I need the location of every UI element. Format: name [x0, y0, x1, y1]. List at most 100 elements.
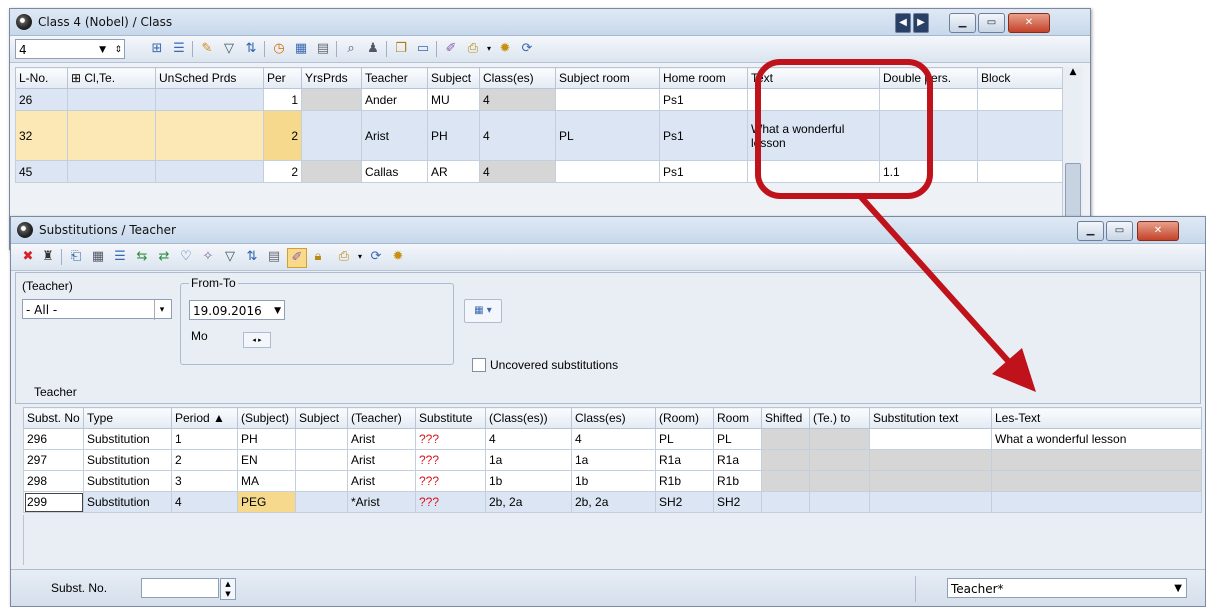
- cell[interactable]: [809, 428, 870, 450]
- cell[interactable]: [761, 449, 810, 471]
- dropdown-arrow-icon[interactable]: ▼: [99, 40, 106, 60]
- col-header[interactable]: Subject: [427, 67, 480, 89]
- cell[interactable]: Arist: [347, 428, 416, 450]
- cell[interactable]: [977, 160, 1066, 183]
- col-header[interactable]: Type: [83, 407, 172, 429]
- sort-icon[interactable]: ⇅: [242, 40, 260, 58]
- col-header[interactable]: Block: [977, 67, 1066, 89]
- nav-prev-icon[interactable]: ◀: [895, 13, 911, 33]
- cell[interactable]: 26: [15, 88, 68, 111]
- cell[interactable]: [747, 160, 880, 183]
- cell[interactable]: 4: [171, 491, 238, 513]
- cell[interactable]: 4: [479, 160, 556, 183]
- col-header[interactable]: Shifted: [761, 407, 810, 429]
- calculator-icon[interactable]: ▦: [89, 248, 107, 266]
- col-header[interactable]: (Room): [655, 407, 714, 429]
- subst-window-titlebar[interactable]: Substitutions / Teacher ▁ ▭ ✕: [11, 217, 1205, 244]
- close-button[interactable]: ✕: [1137, 221, 1179, 241]
- refresh-icon[interactable]: ⟳: [518, 40, 536, 58]
- table-row[interactable]: 45 2 Callas AR 4 Ps1 1.1: [15, 160, 1066, 183]
- cell[interactable]: 296: [23, 428, 84, 450]
- col-header[interactable]: Room: [713, 407, 762, 429]
- table-row[interactable]: 299 Substitution 4 PEG *Arist ??? 2b, 2a…: [23, 491, 1202, 513]
- cell[interactable]: Substitution: [83, 449, 172, 471]
- cell[interactable]: 32: [15, 110, 68, 161]
- cell[interactable]: [301, 88, 362, 111]
- cell[interactable]: 2: [263, 110, 302, 161]
- cell[interactable]: 298: [23, 470, 84, 492]
- cell[interactable]: [67, 160, 156, 183]
- cell[interactable]: [977, 110, 1066, 161]
- cell[interactable]: ???: [415, 470, 486, 492]
- cell[interactable]: [155, 88, 264, 111]
- lock-icon[interactable]: 🔒︎: [309, 248, 327, 266]
- cell[interactable]: 4: [479, 110, 556, 161]
- cell[interactable]: 297: [23, 449, 84, 471]
- cell[interactable]: R1a: [713, 449, 762, 471]
- cell[interactable]: 2b, 2a: [571, 491, 656, 513]
- cell[interactable]: Substitution: [83, 491, 172, 513]
- col-header[interactable]: Home room: [659, 67, 748, 89]
- cell[interactable]: [301, 110, 362, 161]
- cell[interactable]: 4: [485, 428, 572, 450]
- cell[interactable]: ???: [415, 428, 486, 450]
- col-header[interactable]: Text: [747, 67, 880, 89]
- cell[interactable]: PL: [555, 110, 660, 161]
- copy-icon[interactable]: ❐: [392, 40, 410, 58]
- col-header[interactable]: Period ▲: [171, 407, 238, 429]
- cell[interactable]: 4: [571, 428, 656, 450]
- filter-icon[interactable]: ▽: [220, 40, 238, 58]
- grid-icon[interactable]: ▤: [265, 248, 283, 266]
- les-text-cell[interactable]: [991, 491, 1202, 513]
- col-header[interactable]: Class(es): [571, 407, 656, 429]
- col-header[interactable]: (Teacher): [347, 407, 416, 429]
- cell[interactable]: [295, 449, 348, 471]
- cell[interactable]: [155, 160, 264, 183]
- cell[interactable]: *Arist: [347, 491, 416, 513]
- day-stepper[interactable]: ◂ ▸: [243, 332, 271, 348]
- nav-next-icon[interactable]: ▶: [913, 13, 929, 33]
- cell[interactable]: 4: [479, 88, 556, 111]
- move-icon[interactable]: ⇆: [133, 248, 151, 266]
- cell[interactable]: [809, 470, 870, 492]
- chevron-down-icon[interactable]: ▼: [274, 301, 281, 321]
- cell[interactable]: PL: [713, 428, 762, 450]
- cell[interactable]: Ps1: [659, 88, 748, 111]
- lesson-text-cell[interactable]: What a wonderful lesson: [747, 110, 880, 161]
- wand-icon[interactable]: ✧: [199, 248, 217, 266]
- col-header[interactable]: Subst. No: [23, 407, 84, 429]
- date-picker[interactable]: 19.09.2016 ▼: [189, 300, 285, 320]
- table-row[interactable]: 32 2 Arist PH 4 PL Ps1 What a wonderful …: [15, 110, 1066, 161]
- cell[interactable]: Ps1: [659, 160, 748, 183]
- cell[interactable]: [869, 428, 992, 450]
- col-header[interactable]: Substitute: [415, 407, 486, 429]
- col-header[interactable]: (Te.) to: [809, 407, 870, 429]
- cell[interactable]: [879, 110, 978, 161]
- cell[interactable]: [977, 88, 1066, 111]
- cell[interactable]: [809, 491, 870, 513]
- class-window-titlebar[interactable]: Class 4 (Nobel) / Class ◀ ▶ ▁ ▭ ✕: [10, 9, 1090, 36]
- cell[interactable]: MA: [237, 470, 296, 492]
- table-row[interactable]: 296 Substitution 1 PH Arist ??? 4 4 PL P…: [23, 428, 1202, 450]
- col-header[interactable]: Teacher: [361, 67, 428, 89]
- scroll-up-icon[interactable]: ▲: [1063, 67, 1083, 83]
- cell[interactable]: [879, 88, 978, 111]
- col-header[interactable]: ⊞ Cl,Te.: [67, 67, 156, 89]
- col-header[interactable]: Subject: [295, 407, 348, 429]
- import-icon[interactable]: ⎗: [67, 248, 85, 266]
- les-text-cell[interactable]: [991, 449, 1202, 471]
- class-selector[interactable]: 4 ▼ ⇕: [15, 39, 125, 59]
- cell[interactable]: [809, 449, 870, 471]
- chevron-down-icon[interactable]: ▼: [1174, 579, 1182, 599]
- swap-icon[interactable]: ⇄: [155, 248, 173, 266]
- cell[interactable]: 1.1: [879, 160, 978, 183]
- spin-icon[interactable]: ⇕: [114, 40, 122, 60]
- cell[interactable]: 2: [171, 449, 238, 471]
- cell[interactable]: Callas: [361, 160, 428, 183]
- cell[interactable]: [761, 491, 810, 513]
- cell[interactable]: Substitution: [83, 428, 172, 450]
- cell[interactable]: 1a: [571, 449, 656, 471]
- cell[interactable]: [761, 470, 810, 492]
- cell[interactable]: 1b: [485, 470, 572, 492]
- cell[interactable]: [67, 110, 156, 161]
